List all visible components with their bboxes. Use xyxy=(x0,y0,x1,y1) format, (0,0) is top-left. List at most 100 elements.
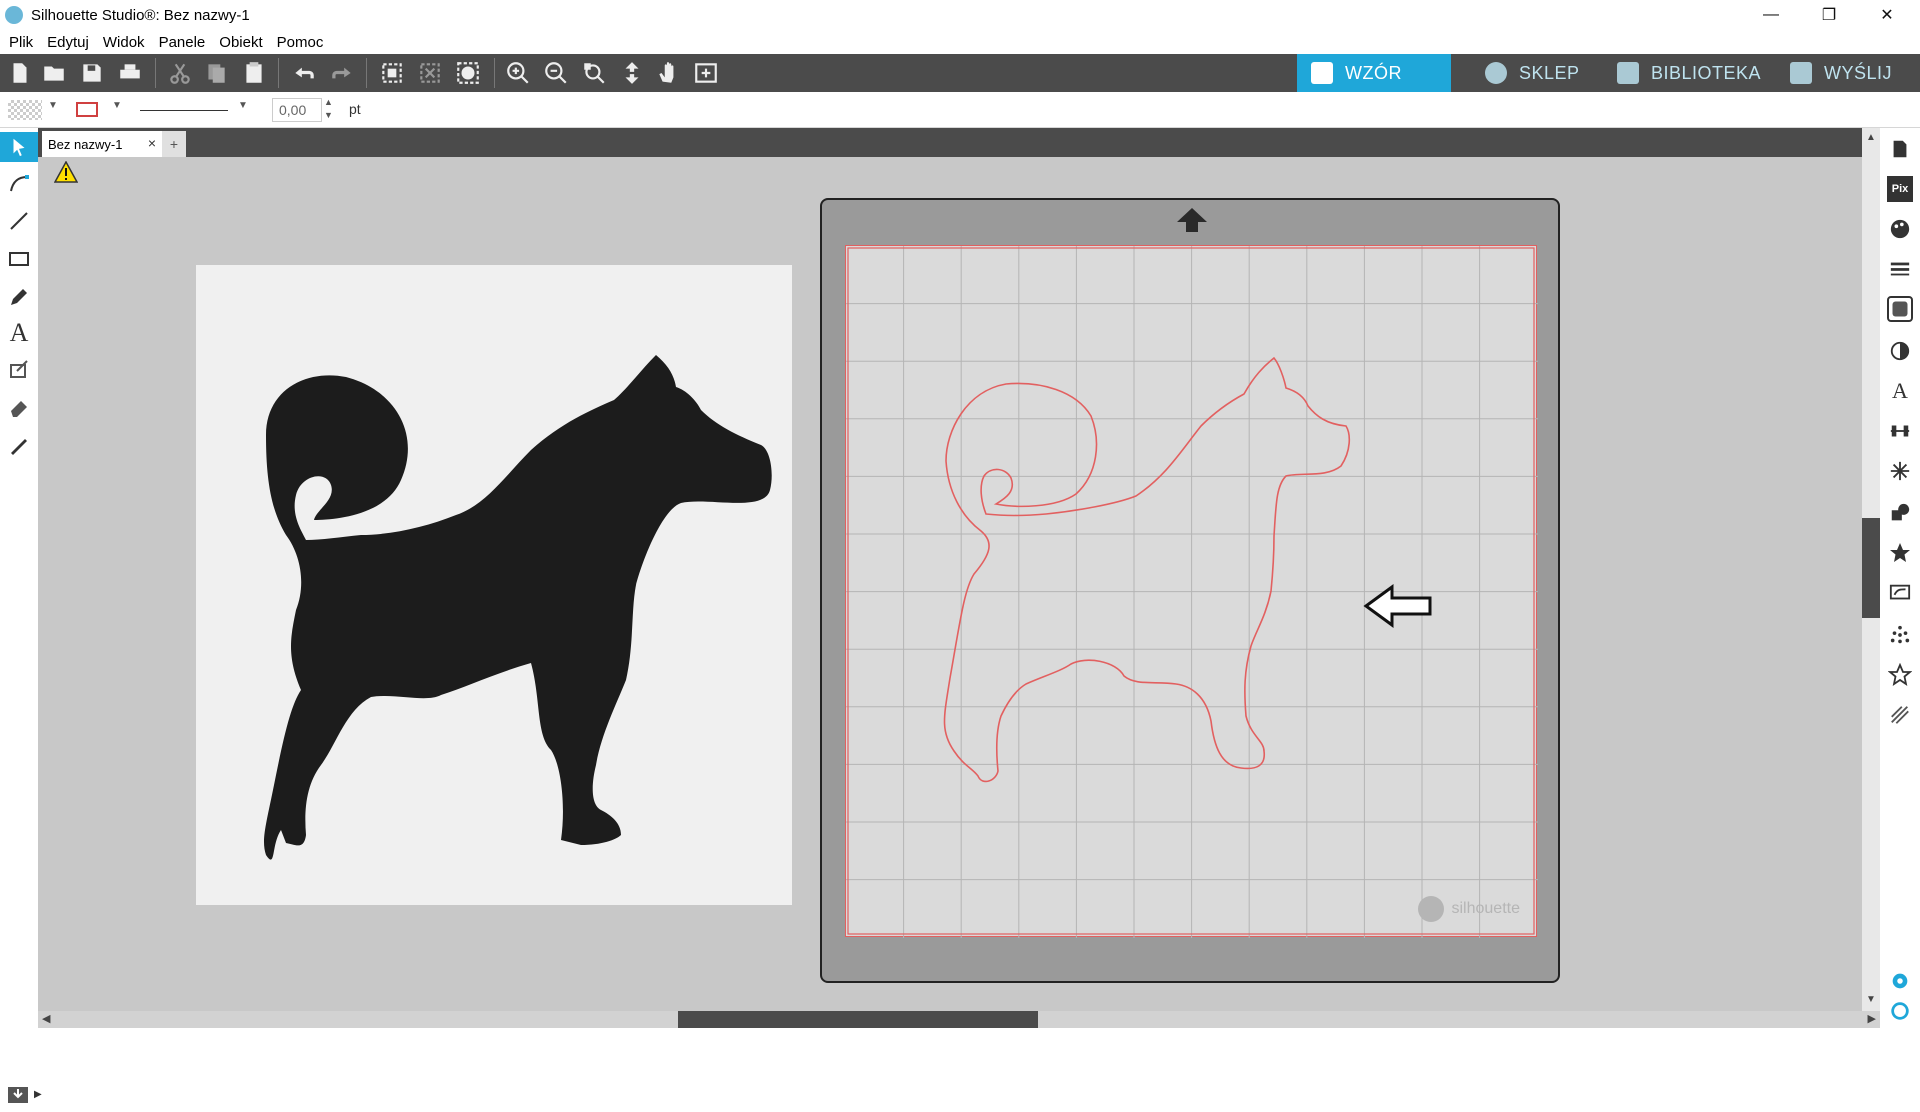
undo-icon[interactable] xyxy=(290,60,318,86)
deselect-icon[interactable] xyxy=(416,60,444,86)
fill-tool-icon[interactable] xyxy=(4,354,34,384)
minimize-button[interactable]: — xyxy=(1742,0,1800,30)
menu-plik[interactable]: Plik xyxy=(2,34,40,51)
text-tool-icon[interactable]: A xyxy=(4,318,34,348)
line-color-swatch[interactable] xyxy=(76,102,98,117)
dog-silhouette-image[interactable] xyxy=(196,265,792,905)
zoom-in-icon[interactable] xyxy=(504,60,532,86)
menu-widok[interactable]: Widok xyxy=(96,34,152,51)
menu-bar: Plik Edytuj Widok Panele Obiekt Pomoc xyxy=(0,30,1920,54)
vertical-scrollbar[interactable]: ▲ ▼ xyxy=(1862,128,1880,1011)
horizontal-scrollbar[interactable]: ◀ ▶ xyxy=(38,1011,1880,1028)
line-style-icon[interactable] xyxy=(1887,256,1913,282)
select-all-icon[interactable] xyxy=(378,60,406,86)
scroll-right-arrow-icon[interactable]: ▶ xyxy=(1868,1012,1876,1025)
library-toggle-arrow-icon: ▶ xyxy=(34,1088,42,1100)
knife-tool-icon[interactable] xyxy=(4,430,34,460)
library-icon xyxy=(8,1087,28,1103)
load-mat-arrow-icon[interactable] xyxy=(1175,206,1209,239)
cut-icon[interactable] xyxy=(166,60,194,86)
point-edit-tool-icon[interactable] xyxy=(4,168,34,198)
silhouette-watermark: silhouette xyxy=(1417,896,1521,922)
select-tool-icon[interactable] xyxy=(0,132,38,162)
close-button[interactable]: ✕ xyxy=(1858,0,1916,30)
doc-tab-close-button[interactable]: × xyxy=(148,135,156,151)
cutting-mat: silhouette xyxy=(820,198,1560,983)
menu-pomoc[interactable]: Pomoc xyxy=(270,34,331,51)
vertical-scroll-thumb[interactable] xyxy=(1862,518,1880,618)
document-tabs: Bez nazwy-1 × + xyxy=(38,128,1880,157)
scroll-down-arrow-icon[interactable]: ▼ xyxy=(1866,994,1876,1005)
tab-wzor[interactable]: WZÓR xyxy=(1297,54,1451,92)
fill-swatch[interactable] xyxy=(8,100,42,120)
rhinestone-icon[interactable] xyxy=(1887,622,1913,648)
favorites-star-icon[interactable] xyxy=(1887,662,1913,688)
title-bar: Silhouette Studio®: Bez nazwy-1 xyxy=(0,0,1920,30)
warning-icon[interactable] xyxy=(53,160,79,188)
app-logo-icon xyxy=(5,6,23,24)
download-icon xyxy=(1617,62,1639,84)
new-tab-button[interactable]: + xyxy=(162,131,186,157)
doc-tab[interactable]: Bez nazwy-1 × xyxy=(42,131,162,157)
add-page-icon[interactable] xyxy=(692,60,720,86)
align-icon[interactable] xyxy=(1887,418,1913,444)
pattern-fill-icon[interactable] xyxy=(1887,296,1913,322)
sketch-icon[interactable] xyxy=(1887,702,1913,728)
select-by-color-icon[interactable] xyxy=(454,60,482,86)
pencil-tool-icon[interactable] xyxy=(4,282,34,312)
line-width-input[interactable]: 0,00 xyxy=(272,98,322,122)
offset-star-icon[interactable] xyxy=(1887,540,1913,566)
tab-biblioteka[interactable]: BIBLIOTEKA xyxy=(1603,54,1773,92)
zoom-selected-icon[interactable] xyxy=(580,60,608,86)
design-page xyxy=(196,265,792,905)
page-setup-icon[interactable] xyxy=(1887,136,1913,162)
replicate-icon[interactable] xyxy=(1887,458,1913,484)
settings-gear-icon[interactable] xyxy=(1887,968,1913,994)
fill-dropdown-icon[interactable]: ▼ xyxy=(48,100,58,111)
watermark-text: silhouette xyxy=(1451,900,1521,917)
line-width-stepper[interactable]: ▲ ▼ xyxy=(324,96,333,122)
design-canvas[interactable]: silhouette xyxy=(38,157,1880,1011)
scroll-left-arrow-icon[interactable]: ◀ xyxy=(42,1012,50,1025)
tab-sklep-label: SKLEP xyxy=(1519,62,1580,83)
line-tool-icon[interactable] xyxy=(4,206,34,236)
modify-icon[interactable] xyxy=(1887,500,1913,526)
tab-wyslij[interactable]: WYŚLIJ xyxy=(1776,54,1920,92)
copy-icon[interactable] xyxy=(202,60,230,86)
pixscan-icon[interactable]: Pix xyxy=(1887,176,1913,202)
library-toggle-button[interactable]: ▶ xyxy=(0,1076,46,1112)
line-style-dropdown-icon[interactable]: ▼ xyxy=(238,100,248,111)
horizontal-scroll-thumb[interactable] xyxy=(678,1011,1038,1028)
tab-sklep[interactable]: SKLEP xyxy=(1471,54,1601,92)
eraser-tool-icon[interactable] xyxy=(4,392,34,422)
open-folder-icon[interactable] xyxy=(40,60,68,86)
rectangle-tool-icon[interactable] xyxy=(4,244,34,274)
trace-icon[interactable] xyxy=(1887,580,1913,606)
scroll-up-arrow-icon[interactable]: ▲ xyxy=(1866,132,1876,143)
redo-icon[interactable] xyxy=(328,60,356,86)
zoom-out-icon[interactable] xyxy=(542,60,570,86)
maximize-button[interactable]: ❐ xyxy=(1800,0,1858,30)
text-style-icon[interactable]: A xyxy=(1887,378,1913,404)
pan-hand-icon[interactable] xyxy=(654,60,682,86)
line-width-unit: pt xyxy=(349,101,361,117)
new-file-icon[interactable] xyxy=(6,60,34,86)
menu-edytuj[interactable]: Edytuj xyxy=(40,34,96,51)
menu-panele[interactable]: Panele xyxy=(152,34,213,51)
cutter-icon xyxy=(1790,62,1812,84)
properties-bar: ▼ ▼ ▼ 0,00 ▲ ▼ pt xyxy=(0,92,1920,128)
tab-wzor-label: WZÓR xyxy=(1345,62,1402,83)
menu-obiekt[interactable]: Obiekt xyxy=(212,34,269,51)
fill-color-palette-icon[interactable] xyxy=(1887,216,1913,242)
shadow-icon[interactable] xyxy=(1887,338,1913,364)
left-arrow-annotation-icon xyxy=(1362,583,1434,634)
fit-to-page-icon[interactable] xyxy=(618,60,646,86)
line-color-dropdown-icon[interactable]: ▼ xyxy=(112,100,122,111)
dog-cut-outline xyxy=(943,356,1351,783)
save-icon[interactable] xyxy=(78,60,106,86)
paste-icon[interactable] xyxy=(240,60,268,86)
line-style-preview[interactable] xyxy=(140,110,228,111)
doc-tab-label: Bez nazwy-1 xyxy=(48,136,123,152)
sync-icon[interactable] xyxy=(1887,998,1913,1024)
print-icon[interactable] xyxy=(116,60,144,86)
